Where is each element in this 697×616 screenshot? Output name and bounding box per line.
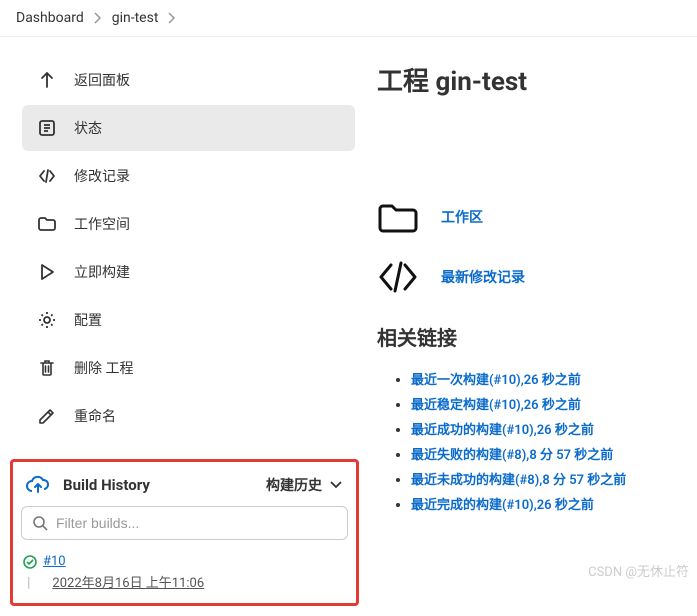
breadcrumb-item-project[interactable]: gin-test bbox=[112, 10, 159, 26]
success-icon bbox=[23, 555, 37, 569]
action-label: 工作区 bbox=[441, 207, 483, 227]
chevron-right-icon bbox=[168, 12, 176, 24]
build-row: #10 | 2022年8月16日 上午11:06 bbox=[21, 550, 348, 595]
build-number-link[interactable]: #10 bbox=[43, 554, 66, 569]
nav-label: 工作空间 bbox=[74, 214, 130, 234]
action-workspace[interactable]: 工作区 bbox=[377, 198, 685, 236]
filter-builds-wrap[interactable] bbox=[21, 506, 348, 540]
cloud-icon bbox=[25, 474, 51, 496]
build-history-title: Build History bbox=[63, 476, 150, 494]
related-link[interactable]: 最近未成功的构建(#8),8 分 57 秒之前 bbox=[411, 473, 626, 488]
page-title: 工程 gin-test bbox=[377, 61, 685, 98]
nav-item-changes[interactable]: 修改记录 bbox=[22, 153, 355, 199]
nav-item-back[interactable]: 返回面板 bbox=[22, 57, 355, 103]
related-links-list: 最近一次构建(#10),26 秒之前 最近稳定构建(#10),26 秒之前 最近… bbox=[377, 369, 685, 513]
related-link[interactable]: 最近稳定构建(#10),26 秒之前 bbox=[411, 398, 581, 413]
nav-item-configure[interactable]: 配置 bbox=[22, 297, 355, 343]
build-date-link[interactable]: 2022年8月16日 上午11:06 bbox=[52, 572, 204, 591]
folder-large-icon bbox=[377, 198, 419, 236]
trash-icon bbox=[36, 357, 58, 379]
nav-item-rename[interactable]: 重命名 bbox=[22, 393, 355, 439]
nav-item-workspace[interactable]: 工作空间 bbox=[22, 201, 355, 247]
chevron-right-icon bbox=[94, 12, 102, 24]
arrow-up-icon bbox=[36, 69, 58, 91]
related-link[interactable]: 最近一次构建(#10),26 秒之前 bbox=[411, 373, 581, 388]
chevron-down-icon bbox=[330, 481, 342, 489]
search-icon bbox=[32, 515, 48, 531]
edit-icon bbox=[36, 405, 58, 427]
nav-label: 配置 bbox=[74, 310, 102, 330]
filter-builds-input[interactable] bbox=[56, 515, 337, 531]
gear-icon bbox=[36, 309, 58, 331]
related-links-title: 相关链接 bbox=[377, 322, 685, 351]
nav-label: 状态 bbox=[74, 118, 102, 138]
related-link[interactable]: 最近完成的构建(#10),26 秒之前 bbox=[411, 498, 594, 513]
action-recent-changes[interactable]: 最新修改记录 bbox=[377, 258, 685, 296]
folder-icon bbox=[36, 213, 58, 235]
code-icon bbox=[36, 165, 58, 187]
build-separator: | bbox=[27, 575, 30, 591]
build-history-panel: Build History 构建历史 bbox=[10, 459, 359, 606]
nav-label: 删除 工程 bbox=[74, 358, 133, 378]
nav-item-delete[interactable]: 删除 工程 bbox=[22, 345, 355, 391]
action-label: 最新修改记录 bbox=[441, 267, 525, 287]
sidebar: 返回面板 状态 修改记录 工作空间 bbox=[0, 37, 365, 616]
status-icon bbox=[36, 117, 58, 139]
related-link[interactable]: 最近成功的构建(#10),26 秒之前 bbox=[411, 423, 594, 438]
build-history-toggle-label: 构建历史 bbox=[266, 475, 322, 495]
nav-label: 立即构建 bbox=[74, 262, 130, 282]
nav-item-status[interactable]: 状态 bbox=[22, 105, 355, 151]
nav-item-build-now[interactable]: 立即构建 bbox=[22, 249, 355, 295]
play-icon bbox=[36, 261, 58, 283]
nav-label: 修改记录 bbox=[74, 166, 130, 186]
code-large-icon bbox=[377, 258, 419, 296]
watermark: CSDN @无休止符 bbox=[588, 561, 689, 580]
related-link[interactable]: 最近失败的构建(#8),8 分 57 秒之前 bbox=[411, 448, 613, 463]
build-history-toggle[interactable]: 构建历史 bbox=[266, 475, 342, 495]
nav-label: 返回面板 bbox=[74, 70, 130, 90]
nav-label: 重命名 bbox=[74, 406, 116, 426]
main-content: 工程 gin-test 工作区 最新修改记录 相关链接 最近一次构建(#10),… bbox=[365, 37, 697, 616]
breadcrumb: Dashboard gin-test bbox=[0, 0, 697, 37]
breadcrumb-item-dashboard[interactable]: Dashboard bbox=[16, 10, 84, 26]
